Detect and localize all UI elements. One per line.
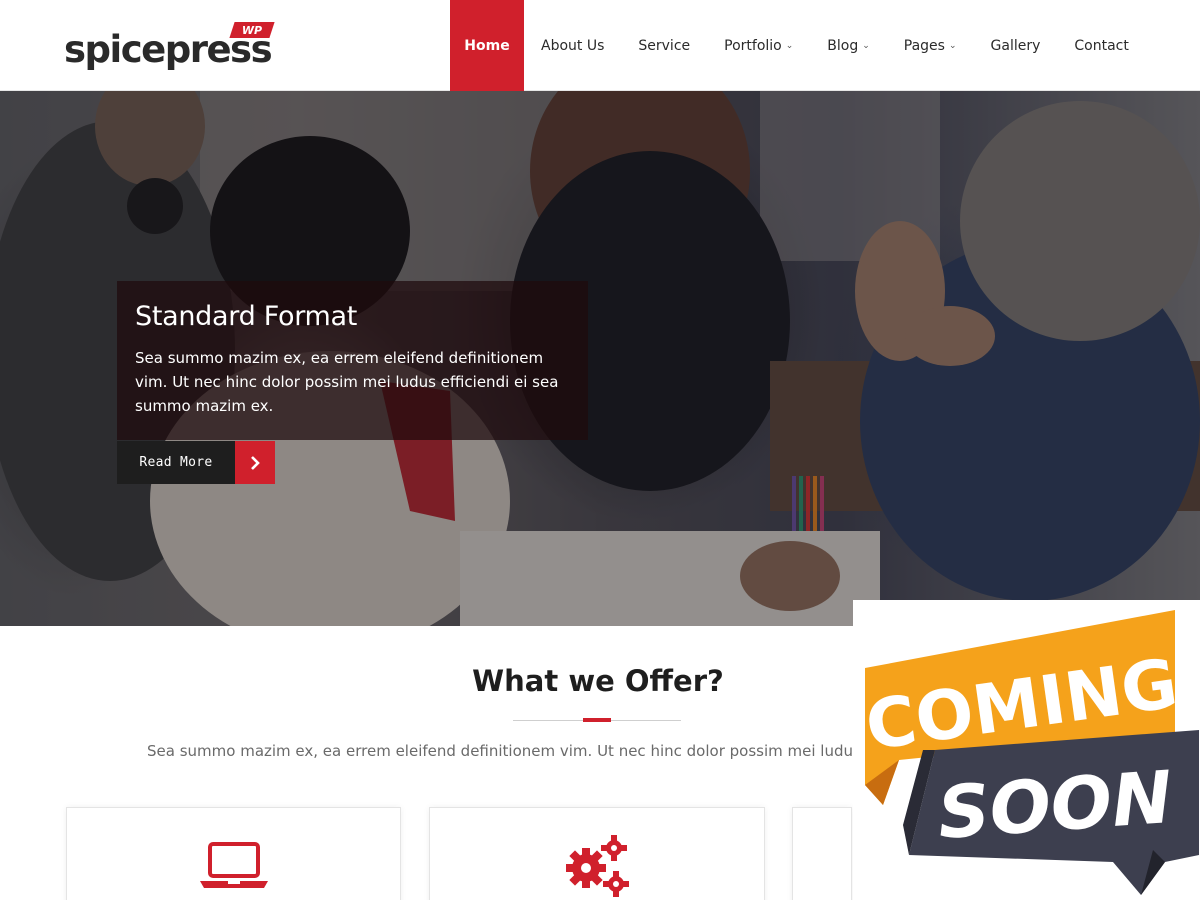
coming-soon-badge: COMING SOON [853,600,1200,900]
nav-item-about-us[interactable]: About Us [524,0,621,91]
service-card [66,807,401,900]
section-description: Sea summo mazim ex, ea errem eleifend de… [147,742,853,760]
nav-item-home[interactable]: Home [450,0,524,91]
nav-item-blog[interactable]: Blog ⌄ [810,0,887,91]
gears-icon [566,835,629,897]
nav-item-gallery[interactable]: Gallery [974,0,1058,91]
hero-title: Standard Format [135,301,358,332]
read-more-button[interactable]: Read More [117,441,275,484]
chevron-down-icon: ⌄ [785,40,794,51]
logo-badge: WP [229,22,275,38]
chevron-down-icon: ⌄ [862,40,870,51]
chevron-right-icon [235,441,275,484]
chevron-down-icon: ⌄ [948,40,957,51]
site-header: spicepress WP Home About Us Service Port… [0,0,1200,91]
hero-caption: Standard Format Sea summo mazim ex, ea e… [117,281,588,440]
service-card [429,807,765,900]
service-card [792,807,852,900]
nav-item-contact[interactable]: Contact [1057,0,1145,91]
hero-slider: Standard Format Sea summo mazim ex, ea e… [0,91,1200,626]
section-divider-accent [583,718,611,722]
nav-item-service[interactable]: Service [621,0,707,91]
laptop-icon [200,842,268,888]
read-more-label: Read More [117,441,235,484]
hero-text: Sea summo mazim ex, ea errem eleifend de… [135,349,559,415]
nav-item-pages[interactable]: Pages ⌄ [887,0,974,91]
nav-item-portfolio[interactable]: Portfolio ⌄ [707,0,810,91]
main-nav: Home About Us Service Portfolio ⌄ Blog ⌄ P… [450,0,1146,91]
soon-text: SOON [935,755,1175,855]
